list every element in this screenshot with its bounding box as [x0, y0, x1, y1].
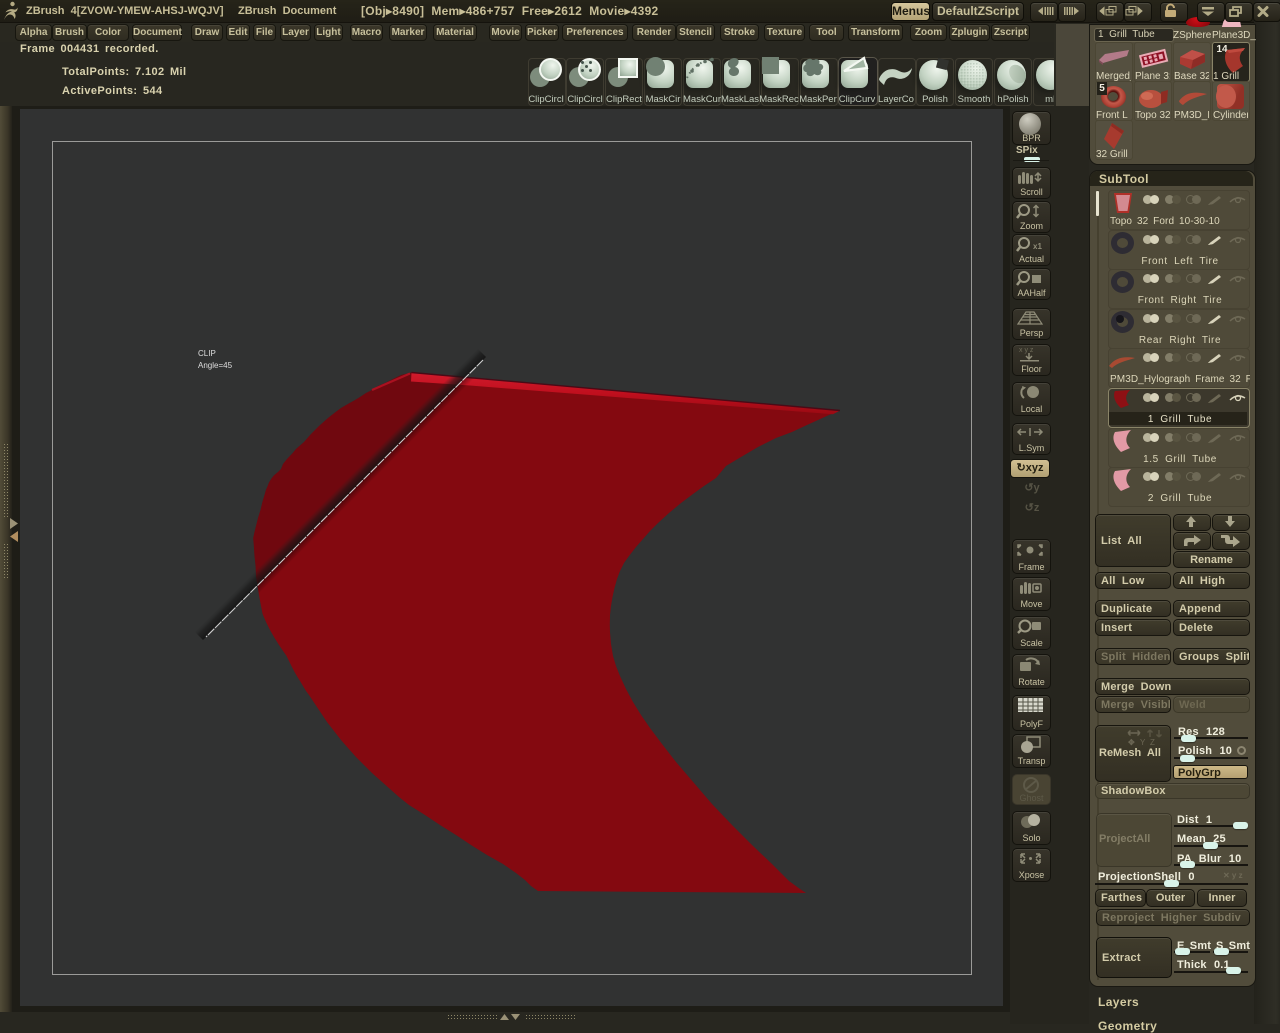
- svg-text:x1: x1: [1033, 242, 1042, 251]
- svg-text:x y z: x y z: [1019, 347, 1034, 354]
- svg-text:Y: Y: [1140, 738, 1146, 746]
- svg-text:Z: Z: [1150, 738, 1155, 746]
- svg-text:✥: ✥: [1128, 738, 1135, 746]
